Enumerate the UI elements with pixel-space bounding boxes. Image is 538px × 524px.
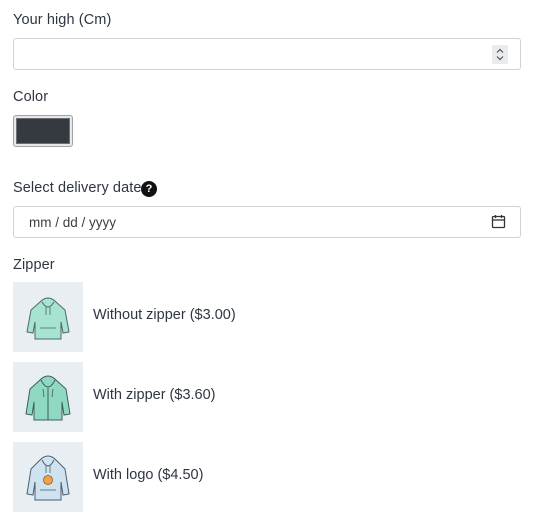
zipper-label: Zipper: [13, 257, 55, 273]
height-label: Your high (Cm): [13, 12, 112, 28]
spinner-arrows-icon: [496, 48, 504, 61]
color-picker[interactable]: [13, 115, 73, 147]
delivery-date-label: Select delivery date: [13, 180, 142, 196]
calendar-icon[interactable]: [491, 214, 506, 229]
zipper-option-without-zipper[interactable]: Without zipper ($3.00): [13, 282, 413, 352]
option-label: Without zipper ($3.00): [93, 307, 236, 323]
help-icon[interactable]: ?: [141, 181, 157, 197]
number-spinner[interactable]: [492, 45, 508, 64]
option-label: With logo ($4.50): [93, 467, 204, 483]
height-input[interactable]: [13, 38, 521, 70]
option-label: With zipper ($3.60): [93, 387, 216, 403]
zipper-option-with-zipper[interactable]: With zipper ($3.60): [13, 362, 413, 432]
date-placeholder: mm / dd / yyyy: [29, 215, 117, 230]
color-swatch-fill: [16, 118, 70, 144]
hoodie-no-zipper-image: [13, 282, 83, 352]
color-label: Color: [13, 89, 49, 105]
delivery-date-input[interactable]: mm / dd / yyyy: [13, 206, 521, 238]
hoodie-logo-image: [13, 442, 83, 512]
hoodie-zipper-image: [13, 362, 83, 432]
zipper-option-with-logo[interactable]: With logo ($4.50): [13, 442, 413, 512]
